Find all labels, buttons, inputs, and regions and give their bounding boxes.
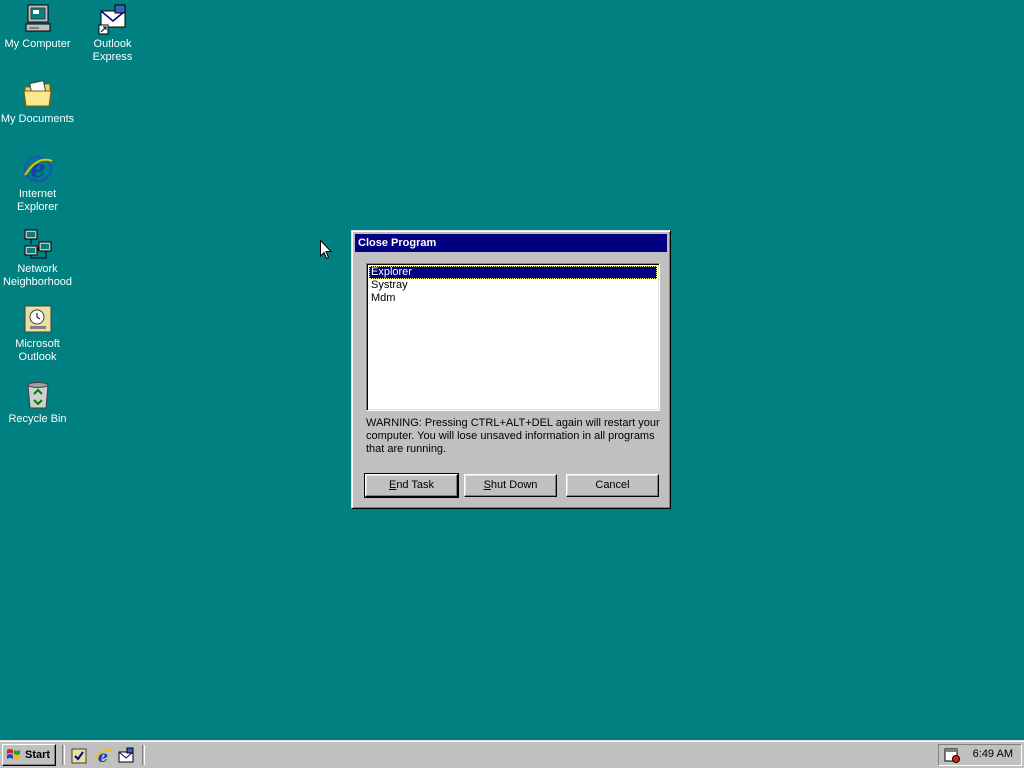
system-tray: 6:49 AM xyxy=(938,744,1022,766)
internet-explorer-icon: e xyxy=(23,154,52,183)
desktop-icon-label: My Computer xyxy=(4,38,71,50)
windows-logo-icon xyxy=(7,749,20,760)
desktop-icon-label: Recycle Bin xyxy=(8,413,67,425)
my-documents-icon xyxy=(22,80,52,107)
outlook-express-icon xyxy=(98,4,125,35)
taskbar: Start e 6:49 AM xyxy=(0,740,1024,768)
desktop-icon-label: Outlook Express xyxy=(92,38,133,63)
network-neighborhood-icon xyxy=(24,229,51,259)
end-task-button[interactable]: End Task xyxy=(364,473,459,498)
desktop-icon-recycle-bin[interactable]: Recycle Bin xyxy=(0,378,75,426)
microsoft-outlook-icon xyxy=(24,305,51,333)
desktop-icon-network-neighborhood[interactable]: Network Neighborhood xyxy=(0,228,75,289)
mouse-cursor-icon xyxy=(320,240,332,260)
desktop-icon-internet-explorer[interactable]: e Internet Explorer xyxy=(0,153,75,214)
task-list-item[interactable]: Mdm xyxy=(369,292,657,305)
shut-down-button[interactable]: Shut Down xyxy=(464,474,557,497)
shut-down-label: hut Down xyxy=(490,479,538,491)
desktop-icon-my-documents[interactable]: My Documents xyxy=(0,78,75,126)
outlook-icon[interactable] xyxy=(70,747,88,765)
desktop-icon-label: Microsoft Outlook xyxy=(15,338,60,363)
cancel-button[interactable]: Cancel xyxy=(566,474,659,497)
end-task-label: nd Task xyxy=(396,479,435,491)
recycle-bin-icon xyxy=(26,382,49,409)
desktop-icon-microsoft-outlook[interactable]: Microsoft Outlook xyxy=(0,303,75,364)
internet-explorer-icon[interactable]: e xyxy=(94,747,112,765)
task-listbox[interactable]: Explorer Systray Mdm xyxy=(366,263,660,411)
shut-down-accel: S xyxy=(483,479,491,491)
task-list-item[interactable]: Explorer xyxy=(369,266,657,279)
taskbar-separator xyxy=(62,745,65,765)
desktop-icon-label: My Documents xyxy=(0,113,75,125)
start-button[interactable]: Start xyxy=(2,744,56,766)
task-list-item[interactable]: Systray xyxy=(369,279,657,292)
desktop-icon-label: Internet Explorer xyxy=(17,188,58,213)
outlook-express-icon[interactable] xyxy=(117,747,135,765)
my-computer-icon xyxy=(25,4,50,32)
svg-text:e: e xyxy=(30,154,45,183)
desktop-icon-my-computer[interactable]: My Computer xyxy=(0,3,75,51)
taskbar-separator xyxy=(142,745,145,765)
close-program-dialog: Close Program Explorer Systray Mdm WARNI… xyxy=(351,230,671,509)
warning-text: WARNING: Pressing CTRL+ALT+DEL again wil… xyxy=(366,417,660,455)
desktop-icon-label: Network Neighborhood xyxy=(2,263,73,288)
dialog-title: Close Program xyxy=(355,234,667,252)
clock[interactable]: 6:49 AM xyxy=(973,748,1013,760)
start-label: Start xyxy=(25,749,51,761)
desktop-icon-outlook-express[interactable]: Outlook Express xyxy=(75,3,150,64)
scheduler-icon[interactable] xyxy=(944,747,960,763)
